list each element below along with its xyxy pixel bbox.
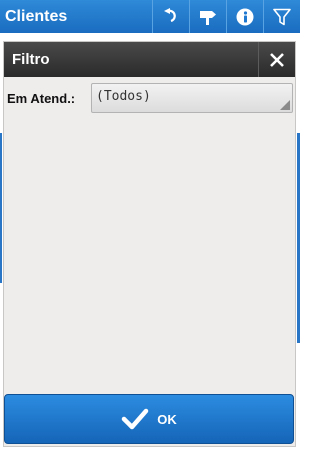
background-edge-left [0,133,2,283]
filter-button[interactable] [263,0,300,33]
undo-icon [164,7,176,22]
info-icon [236,8,254,25]
em-atend-value: (Todos) [96,89,151,104]
filter-icon [273,8,291,25]
ok-label: OK [157,411,177,427]
background-edge-right [297,133,300,343]
checkmark-icon [122,408,149,430]
em-atend-label: Em Atend.: [7,91,76,106]
em-atend-select[interactable]: (Todos) [91,83,293,113]
app-bar: Clientes [0,0,300,33]
signpost-icon [200,10,216,25]
ok-button[interactable]: OK [4,394,294,444]
app-title: Clientes [5,7,68,25]
info-button[interactable] [226,0,263,33]
signpost-button[interactable] [189,0,226,33]
filter-dialog: Filtro Em Atend.: (Todos) [3,41,296,447]
dialog-header: Filtro [4,42,295,77]
dropdown-corner-icon [280,100,290,110]
close-button[interactable] [258,42,295,77]
undo-button[interactable] [152,0,189,33]
close-icon [270,52,284,67]
dialog-title: Filtro [12,51,50,68]
